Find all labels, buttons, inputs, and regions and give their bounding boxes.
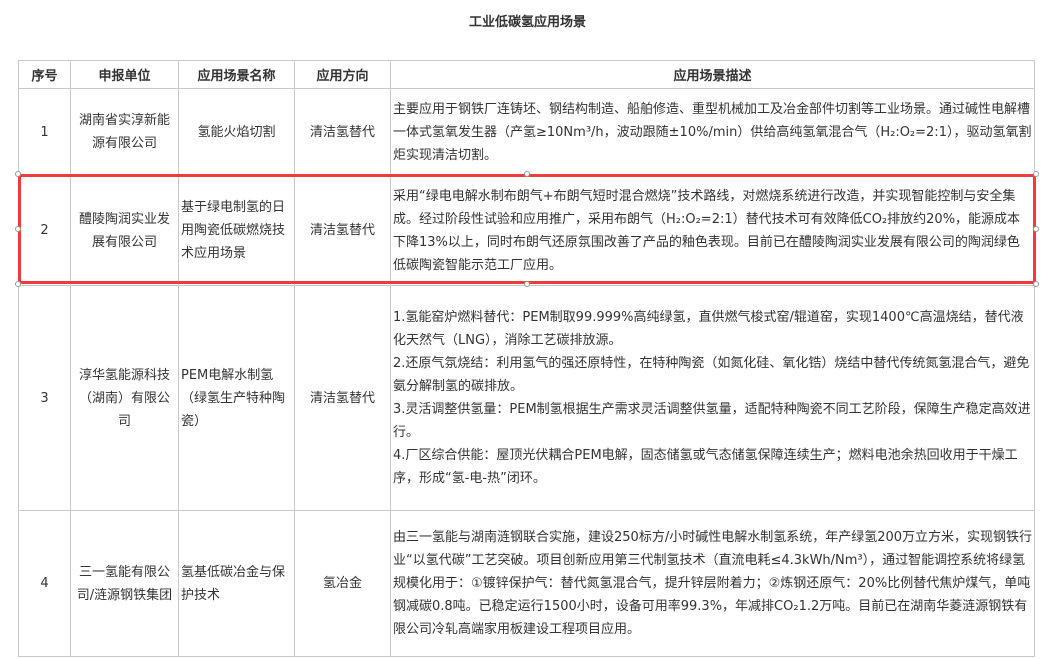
row-unit: 淳华氢能源科技（湖南）有限公司 — [70, 285, 179, 511]
row-unit: 湖南省实淳新能源有限公司 — [70, 88, 179, 176]
row-scenario: PEM电解水制氢（绿氢生产特种陶瓷） — [178, 285, 295, 511]
description-line: 3.灵活调整供氢量：PEM制氢根据生产需求灵活调整供氢量，适配特种陶瓷不同工艺阶… — [393, 402, 1031, 440]
header-unit: 申报单位 — [70, 60, 179, 89]
row-no: 4 — [18, 510, 71, 657]
resize-handle-bottom-left[interactable] — [15, 281, 21, 287]
table-row: 4 三一氢能有限公司/涟源钢铁集团 氢基低碳冶金与保护技术 氢冶金 由三一氢能与… — [18, 510, 1035, 657]
resize-handle-top-left[interactable] — [15, 171, 21, 177]
row-direction: 氢冶金 — [294, 510, 391, 657]
row-direction: 清洁氢替代 — [294, 175, 391, 286]
resize-handle-top-right[interactable] — [1033, 171, 1039, 177]
header-direction: 应用方向 — [294, 60, 391, 89]
document-title: 工业低碳氢应用场景 — [468, 15, 586, 30]
table-row: 1 湖南省实淳新能源有限公司 氢能火焰切割 清洁氢替代 主要应用于钢铁厂连铸坯、… — [18, 88, 1035, 176]
header-scenario: 应用场景名称 — [178, 60, 295, 89]
row-description: 由三一氢能与湖南涟钢联合实施，建设250标方/小时碱性电解水制氢系统，年产绿氢2… — [390, 510, 1035, 657]
table-header-row: 序号 申报单位 应用场景名称 应用方向 应用场景描述 — [18, 60, 1035, 89]
description-line: 1.氢能窑炉燃料替代：PEM制取99.999%高纯绿氢，直供燃气梭式窑/辊道窑，… — [393, 310, 1024, 348]
row-no: 1 — [18, 88, 71, 176]
resize-handle-top[interactable] — [524, 171, 530, 177]
row-scenario: 基于绿电制氢的日用陶瓷低碳燃烧技术应用场景 — [178, 175, 295, 286]
row-description: 1.氢能窑炉燃料替代：PEM制取99.999%高纯绿氢，直供燃气梭式窑/辊道窑，… — [390, 285, 1035, 511]
row-scenario: 氢基低碳冶金与保护技术 — [178, 510, 295, 657]
row-description: 采用“绿电电解水制布朗气+布朗气短时混合燃烧”技术路线，对燃烧系统进行改造，并实… — [390, 175, 1035, 286]
row-description: 主要应用于钢铁厂连铸坯、钢结构制造、船舶修造、重型机械加工及冶金部件切割等工业场… — [390, 88, 1035, 176]
scenario-table: 序号 申报单位 应用场景名称 应用方向 应用场景描述 1 湖南省实淳新能源有限公… — [18, 60, 1035, 657]
resize-handle-bottom-right[interactable] — [1033, 281, 1039, 287]
resize-handle-left[interactable] — [15, 226, 21, 232]
description-line: 2.还原气氛烧结：利用氢气的强还原特性，在特种陶瓷（如氮化硅、氧化锆）烧结中替代… — [393, 356, 1030, 394]
row-scenario: 氢能火焰切割 — [178, 88, 295, 176]
table-row[interactable]: 2 醴陵陶润实业发展有限公司 基于绿电制氢的日用陶瓷低碳燃烧技术应用场景 清洁氢… — [18, 175, 1035, 286]
table-row: 3 淳华氢能源科技（湖南）有限公司 PEM电解水制氢（绿氢生产特种陶瓷） 清洁氢… — [18, 285, 1035, 511]
row-no: 2 — [18, 175, 71, 286]
description-line: 4.厂区综合供能：屋顶光伏耦合PEM电解，固态储氢或气态储氢保障连续生产；燃料电… — [393, 448, 1018, 486]
row-direction: 清洁氢替代 — [294, 88, 391, 176]
row-unit: 三一氢能有限公司/涟源钢铁集团 — [70, 510, 179, 657]
row-unit: 醴陵陶润实业发展有限公司 — [70, 175, 179, 286]
resize-handle-right[interactable] — [1033, 226, 1039, 232]
row-no: 3 — [18, 285, 71, 511]
header-description: 应用场景描述 — [390, 60, 1035, 89]
row-direction: 清洁氢替代 — [294, 285, 391, 511]
resize-handle-bottom[interactable] — [524, 281, 530, 287]
header-no: 序号 — [18, 60, 71, 89]
